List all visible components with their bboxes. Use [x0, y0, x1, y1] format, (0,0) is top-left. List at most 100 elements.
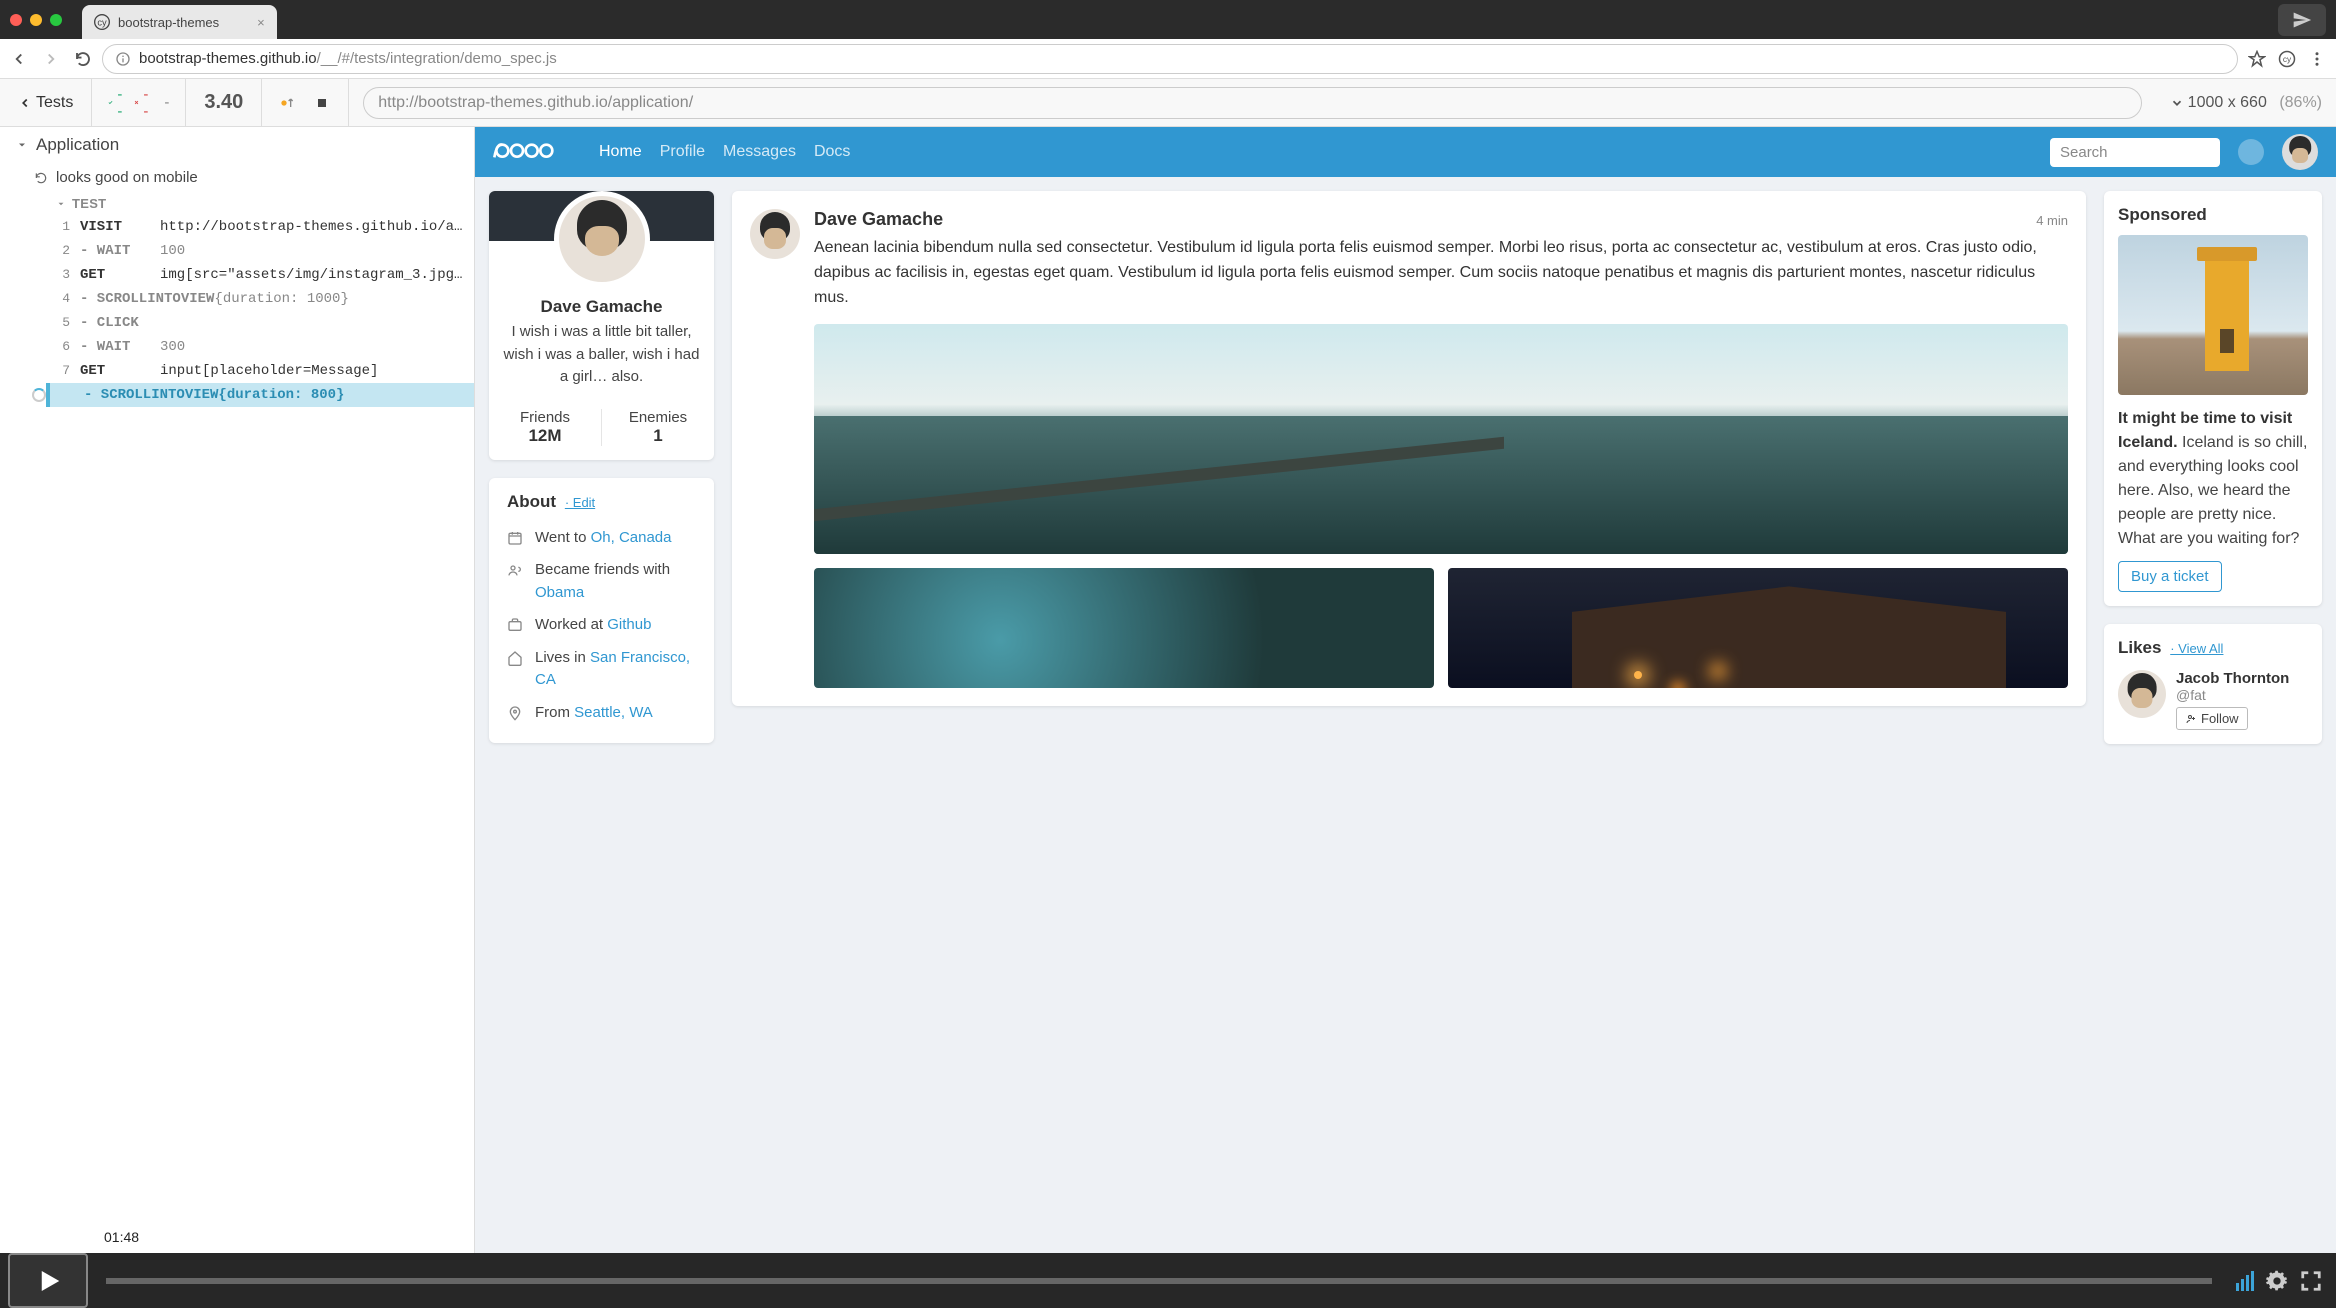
sponsored-cta-button[interactable]: Buy a ticket [2118, 561, 2222, 592]
url-field[interactable]: bootstrap-themes.github.io/__/#/tests/in… [102, 44, 2238, 74]
retry-icon [34, 171, 48, 185]
reload-icon[interactable] [74, 50, 92, 68]
command-row[interactable]: 2- WAIT100 [0, 239, 474, 263]
test-hook-label: TEST [0, 192, 474, 215]
stat-friends[interactable]: Friends 12M [489, 409, 602, 446]
profile-card: Dave Gamache I wish i was a little bit t… [489, 191, 714, 460]
feed-image-hero[interactable] [814, 324, 2068, 554]
progress-bar[interactable] [106, 1278, 2212, 1284]
about-card: About · Edit Went to Oh, Canada Became f… [489, 478, 714, 744]
likes-card: Likes · View All Jacob Thornton @fat Fol… [2104, 624, 2322, 744]
notification-icon[interactable] [2238, 139, 2264, 165]
suite-header[interactable]: Application [0, 127, 474, 163]
command-row[interactable]: 4- SCROLLINTOVIEW{duration: 1000} [0, 287, 474, 311]
search-input[interactable]: Search [2050, 138, 2220, 167]
forward-icon[interactable] [42, 50, 60, 68]
stop-button[interactable] [314, 95, 330, 111]
about-link[interactable]: Seattle, WA [574, 704, 653, 721]
feed-avatar[interactable] [750, 209, 800, 259]
feed-image-cave[interactable] [814, 568, 1434, 688]
volume-icon[interactable] [2236, 1271, 2254, 1291]
pin-icon [507, 705, 523, 721]
sponsored-image[interactable] [2118, 235, 2308, 395]
profile-stats: Friends 12M Enemies 1 [489, 401, 714, 460]
user-avatar[interactable] [2282, 134, 2318, 170]
video-controls: 01:48 [0, 1253, 2336, 1308]
window-controls [10, 14, 62, 26]
url-text: bootstrap-themes.github.io/__/#/tests/in… [139, 50, 2225, 67]
aut-url[interactable]: http://bootstrap-themes.github.io/applic… [363, 87, 2141, 119]
feed-timestamp: 4 min [2036, 213, 2068, 228]
about-item: Became friends with Obama [507, 554, 696, 609]
back-icon[interactable] [10, 50, 28, 68]
app-logo[interactable] [493, 138, 573, 167]
command-row[interactable]: 7GETinput[placeholder=Message] [0, 359, 474, 383]
viewport-display[interactable]: 1000 x 660 (86%) [2156, 94, 2336, 112]
chevron-down-icon [2170, 96, 2184, 110]
like-name: Jacob Thornton [2176, 670, 2308, 687]
like-handle: @fat [2176, 687, 2308, 703]
maximize-window-icon[interactable] [50, 14, 62, 26]
svg-text:cy: cy [2283, 55, 2292, 64]
about-link[interactable]: Github [607, 616, 651, 633]
about-link[interactable]: Obama [535, 584, 584, 601]
users-icon [507, 562, 523, 578]
minimize-window-icon[interactable] [30, 14, 42, 26]
likes-viewall-link[interactable]: · View All [2170, 641, 2223, 656]
send-extension-icon[interactable] [2278, 4, 2326, 36]
app-body: Dave Gamache I wish i was a little bit t… [475, 177, 2336, 1253]
briefcase-icon [507, 617, 523, 633]
feed-image-night[interactable] [1448, 568, 2068, 688]
app-navbar: Home Profile Messages Docs Search [475, 127, 2336, 177]
sponsored-text: It might be time to visit Iceland. Icela… [2118, 407, 2308, 551]
command-row[interactable]: 5- CLICK [0, 311, 474, 335]
svg-text:cy: cy [97, 17, 107, 27]
nav-messages[interactable]: Messages [723, 143, 796, 161]
like-row: Jacob Thornton @fat Follow [2118, 670, 2308, 730]
about-item: Worked at Github [507, 609, 696, 642]
tests-menu-button[interactable]: Tests [0, 79, 92, 126]
aut-url-bar: http://bootstrap-themes.github.io/applic… [349, 87, 2155, 119]
feed-body: Aenean lacinia bibendum nulla sed consec… [814, 236, 2068, 310]
about-item: From Seattle, WA [507, 697, 696, 730]
star-icon[interactable] [2248, 50, 2266, 68]
info-icon[interactable] [115, 51, 131, 67]
profile-avatar[interactable] [554, 191, 650, 287]
command-log[interactable]: Application looks good on mobile TEST 1V… [0, 127, 475, 1253]
fullscreen-icon[interactable] [2300, 1270, 2322, 1292]
command-row[interactable]: 6- WAIT300 [0, 335, 474, 359]
command-row[interactable]: 3GETimg[src="assets/img/instagram_3.jpg… [0, 263, 474, 287]
user-plus-icon [2185, 713, 2197, 725]
browser-tab[interactable]: cy bootstrap-themes × [82, 5, 277, 39]
calendar-icon [507, 530, 523, 546]
cypress-ext-icon[interactable]: cy [2278, 50, 2296, 68]
menu-icon[interactable] [2308, 50, 2326, 68]
home-icon [507, 650, 523, 666]
command-row-highlight[interactable]: - SCROLLINTOVIEW {duration: 800} [46, 383, 474, 407]
logo-icon [493, 138, 573, 162]
close-tab-icon[interactable]: × [257, 15, 265, 30]
about-link[interactable]: Oh, Canada [591, 529, 672, 546]
play-icon [33, 1266, 63, 1296]
about-edit-link[interactable]: · Edit [565, 495, 595, 510]
play-button[interactable] [8, 1253, 88, 1308]
close-window-icon[interactable] [10, 14, 22, 26]
app-preview: Home Profile Messages Docs Search Dave G… [475, 127, 2336, 1253]
stat-enemies[interactable]: Enemies 1 [602, 409, 714, 446]
caret-down-icon [56, 199, 66, 209]
run-stats: -- -- - [92, 79, 186, 126]
like-avatar[interactable] [2118, 670, 2166, 718]
test-title-row[interactable]: looks good on mobile [0, 163, 474, 192]
chevron-left-icon [18, 96, 32, 110]
nav-docs[interactable]: Docs [814, 143, 850, 161]
nav-home[interactable]: Home [599, 143, 642, 161]
likes-header: Likes · View All [2118, 638, 2308, 658]
spinner-icon [32, 388, 46, 402]
caret-down-icon [16, 139, 28, 151]
settings-icon[interactable] [2266, 1270, 2288, 1292]
nav-profile[interactable]: Profile [660, 143, 705, 161]
command-row[interactable]: 1VISIThttp://bootstrap-themes.github.io/… [0, 215, 474, 239]
pending-count: - [160, 94, 169, 111]
follow-button[interactable]: Follow [2176, 707, 2248, 730]
feed-images-row [814, 568, 2068, 688]
